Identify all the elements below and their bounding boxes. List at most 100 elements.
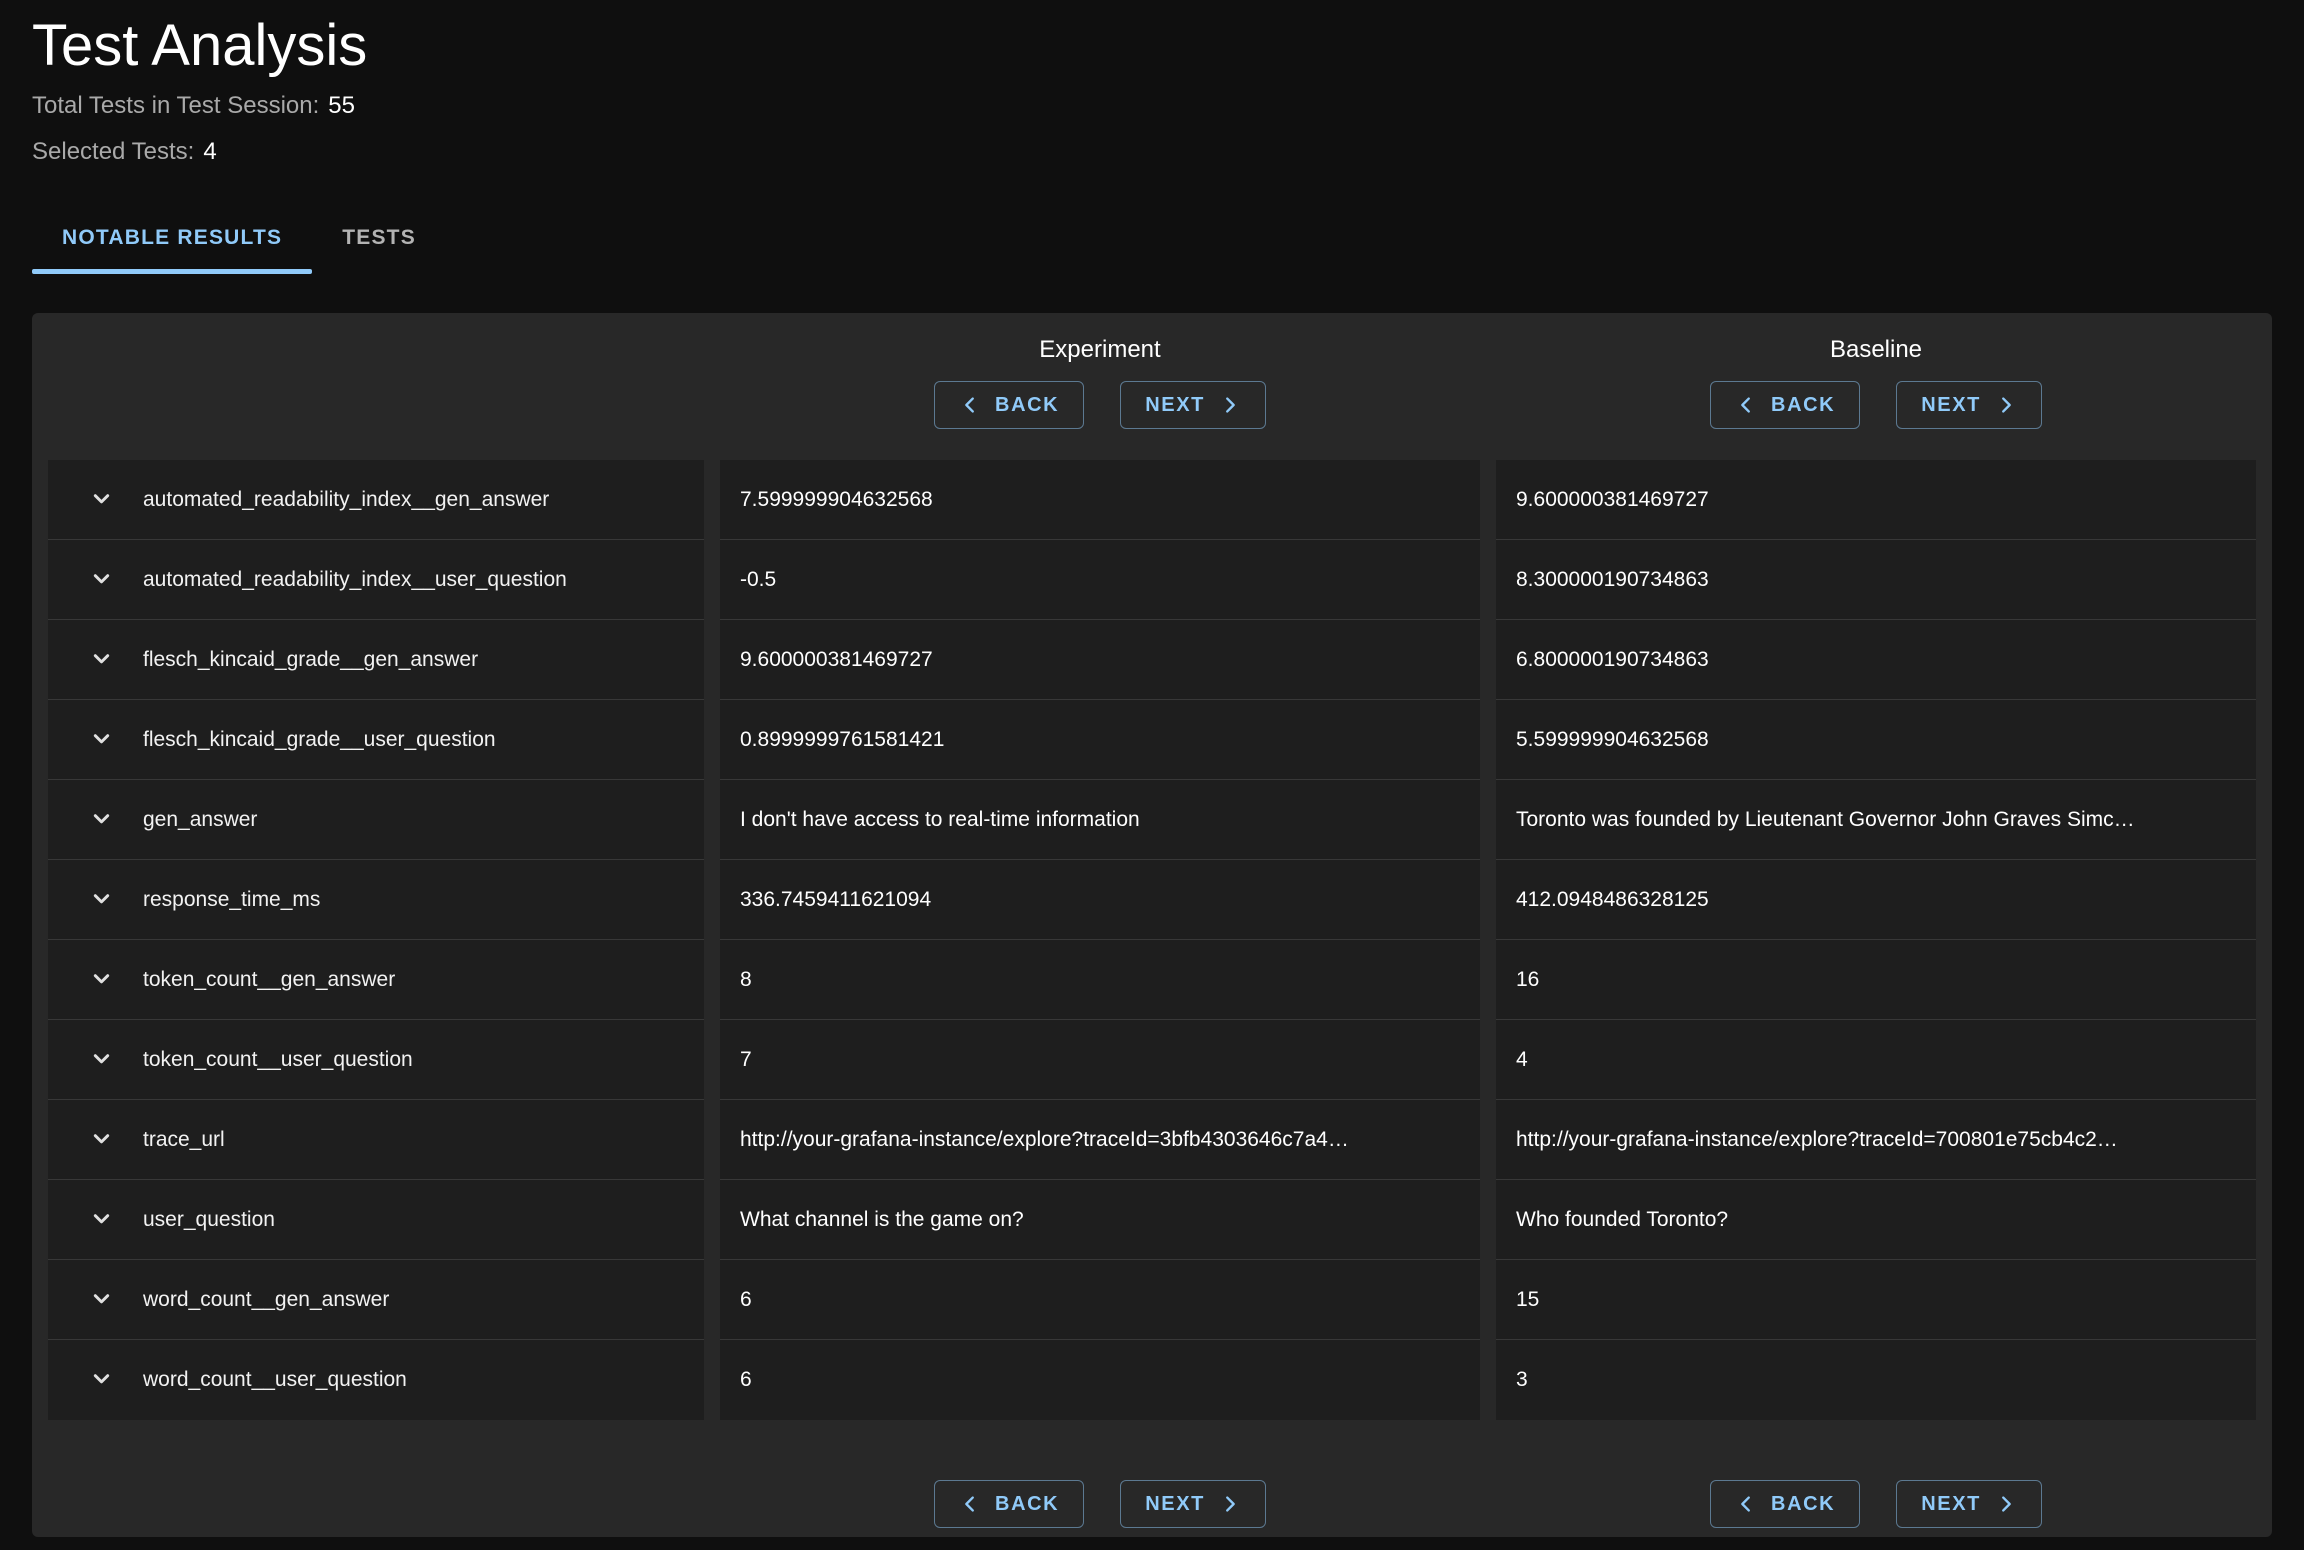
active-tab-indicator xyxy=(32,269,312,274)
experiment-next-button-bottom[interactable]: NEXT xyxy=(1120,1480,1266,1528)
back-button-label: BACK xyxy=(1771,1494,1835,1514)
chevron-down-icon xyxy=(88,1045,115,1075)
metric-name: word_count__gen_answer xyxy=(143,1288,389,1312)
baseline-value-cell: 8.300000190734863 xyxy=(1496,540,2256,620)
expand-row-button[interactable] xyxy=(88,565,115,595)
metric-row: token_count__gen_answer xyxy=(48,940,704,1020)
metric-name: response_time_ms xyxy=(143,888,320,912)
baseline-value-cell: http://your-grafana-instance/explore?tra… xyxy=(1496,1100,2256,1180)
expand-row-button[interactable] xyxy=(88,1365,115,1395)
baseline-value-cell: 3 xyxy=(1496,1340,2256,1420)
tab-notable-results[interactable]: NOTABLE RESULTS xyxy=(32,202,312,274)
metric-name: token_count__user_question xyxy=(143,1048,413,1072)
baseline-top-nav: BACK NEXT xyxy=(1496,381,2256,429)
experiment-next-button-top[interactable]: NEXT xyxy=(1120,381,1266,429)
tab-tests[interactable]: TESTS xyxy=(312,202,446,274)
metric-row: word_count__user_question xyxy=(48,1340,704,1420)
chevron-down-icon xyxy=(88,1205,115,1235)
metric-name: automated_readability_index__user_questi… xyxy=(143,568,567,592)
chevron-right-icon xyxy=(1995,394,2017,416)
expand-row-button[interactable] xyxy=(88,1125,115,1155)
next-button-label: NEXT xyxy=(1145,395,1205,415)
expand-row-button[interactable] xyxy=(88,725,115,755)
expand-row-button[interactable] xyxy=(88,645,115,675)
total-tests-value: 55 xyxy=(328,92,355,119)
chevron-left-icon xyxy=(959,1493,981,1515)
expand-row-button[interactable] xyxy=(88,965,115,995)
experiment-value-cell: -0.5 xyxy=(720,540,1480,620)
baseline-value-cell: Who founded Toronto? xyxy=(1496,1180,2256,1260)
experiment-bottom-nav: BACK NEXT xyxy=(720,1480,1480,1528)
metric-name: trace_url xyxy=(143,1128,225,1152)
chevron-right-icon xyxy=(1219,1493,1241,1515)
tab-notable-results-label: NOTABLE RESULTS xyxy=(62,226,282,250)
metric-name: gen_answer xyxy=(143,808,257,832)
metric-name: user_question xyxy=(143,1208,275,1232)
expand-row-button[interactable] xyxy=(88,885,115,915)
back-button-label: BACK xyxy=(995,395,1059,415)
expand-row-button[interactable] xyxy=(88,1285,115,1315)
experiment-column-header: Experiment BACK NEXT xyxy=(720,313,1480,460)
next-button-label: NEXT xyxy=(1921,395,1981,415)
expand-row-button[interactable] xyxy=(88,1205,115,1235)
chevron-down-icon xyxy=(88,885,115,915)
next-button-label: NEXT xyxy=(1921,1494,1981,1514)
baseline-value-cell: 9.600000381469727 xyxy=(1496,460,2256,540)
metric-name: word_count__user_question xyxy=(143,1368,407,1392)
experiment-value-cell: 7.599999904632568 xyxy=(720,460,1480,540)
experiment-value-cell: 6 xyxy=(720,1340,1480,1420)
metric-row: response_time_ms xyxy=(48,860,704,940)
expand-row-button[interactable] xyxy=(88,805,115,835)
experiment-value-cell: 336.7459411621094 xyxy=(720,860,1480,940)
metric-row: gen_answer xyxy=(48,780,704,860)
baseline-column-footer: BACK NEXT xyxy=(1496,1420,2256,1537)
page-title: Test Analysis xyxy=(32,16,2304,76)
chevron-right-icon xyxy=(1995,1493,2017,1515)
baseline-next-button-bottom[interactable]: NEXT xyxy=(1896,1480,2042,1528)
total-tests-label: Total Tests in Test Session: xyxy=(32,92,319,119)
experiment-value-cell: 7 xyxy=(720,1020,1480,1100)
expand-row-button[interactable] xyxy=(88,485,115,515)
chevron-down-icon xyxy=(88,1285,115,1315)
experiment-value-cell: I don't have access to real-time informa… xyxy=(720,780,1480,860)
expand-row-button[interactable] xyxy=(88,1045,115,1075)
experiment-back-button-top[interactable]: BACK xyxy=(934,381,1084,429)
baseline-next-button-top[interactable]: NEXT xyxy=(1896,381,2042,429)
chevron-down-icon xyxy=(88,565,115,595)
experiment-back-button-bottom[interactable]: BACK xyxy=(934,1480,1084,1528)
metric-name-column: automated_readability_index__gen_answera… xyxy=(48,460,704,1420)
baseline-value-cell: 5.599999904632568 xyxy=(1496,700,2256,780)
metric-row: flesch_kincaid_grade__gen_answer xyxy=(48,620,704,700)
metric-row: automated_readability_index__user_questi… xyxy=(48,540,704,620)
total-tests-stat: Total Tests in Test Session: 55 xyxy=(32,92,2304,120)
baseline-value-cell: 4 xyxy=(1496,1020,2256,1100)
baseline-value-cell: 6.800000190734863 xyxy=(1496,620,2256,700)
chevron-down-icon xyxy=(88,725,115,755)
next-button-label: NEXT xyxy=(1145,1494,1205,1514)
tab-tests-label: TESTS xyxy=(342,226,416,250)
chevron-down-icon xyxy=(88,1365,115,1395)
metric-name: flesch_kincaid_grade__gen_answer xyxy=(143,648,478,672)
baseline-value-column: 9.6000003814697278.3000001907348636.8000… xyxy=(1496,460,2256,1420)
metric-row: user_question xyxy=(48,1180,704,1260)
baseline-back-button-top[interactable]: BACK xyxy=(1710,381,1860,429)
metric-row: token_count__user_question xyxy=(48,1020,704,1100)
metric-row: trace_url xyxy=(48,1100,704,1180)
baseline-value-cell: Toronto was founded by Lieutenant Govern… xyxy=(1496,780,2256,860)
back-button-label: BACK xyxy=(1771,395,1835,415)
experiment-value-column: 7.599999904632568-0.59.6000003814697270.… xyxy=(720,460,1480,1420)
baseline-back-button-bottom[interactable]: BACK xyxy=(1710,1480,1860,1528)
baseline-column-header: Baseline BACK NEXT xyxy=(1496,313,2256,460)
baseline-column-title: Baseline xyxy=(1496,335,2256,365)
selected-tests-value: 4 xyxy=(203,138,216,165)
baseline-value-cell: 412.0948486328125 xyxy=(1496,860,2256,940)
test-analysis-page: Test Analysis Total Tests in Test Sessio… xyxy=(0,0,2304,1537)
tab-bar: NOTABLE RESULTS TESTS xyxy=(32,202,2304,274)
chevron-down-icon xyxy=(88,805,115,835)
metric-row: word_count__gen_answer xyxy=(48,1260,704,1340)
selected-tests-label: Selected Tests: xyxy=(32,138,194,165)
metric-name: token_count__gen_answer xyxy=(143,968,395,992)
baseline-bottom-nav: BACK NEXT xyxy=(1496,1480,2256,1528)
chevron-down-icon xyxy=(88,1125,115,1155)
metric-name: flesch_kincaid_grade__user_question xyxy=(143,728,496,752)
